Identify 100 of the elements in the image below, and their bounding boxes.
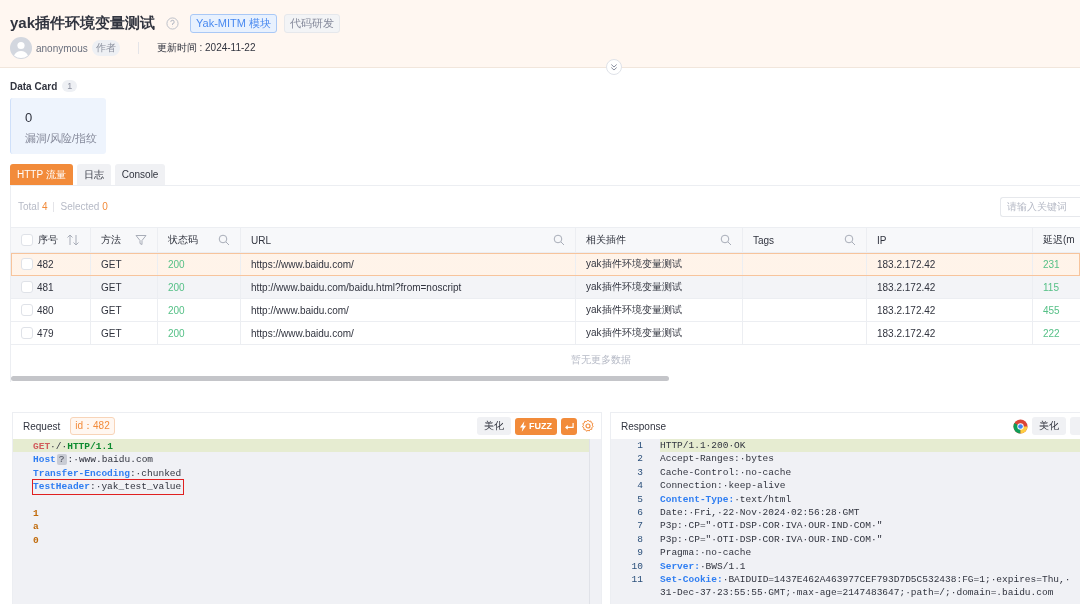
- enter-icon: [563, 421, 575, 431]
- sort-icon[interactable]: [66, 234, 80, 246]
- http-version: HTTP/1.1: [67, 441, 113, 452]
- column-header: IP: [867, 228, 1033, 252]
- search-icon[interactable]: [720, 234, 732, 246]
- table-cell: yak插件环境变量测试: [586, 303, 682, 317]
- line-number: 9: [637, 547, 643, 559]
- panel-title: Response: [621, 420, 667, 432]
- tab[interactable]: 日志: [76, 164, 111, 185]
- code-text: P3p:·CP="·OTI·DSP·COR·IVA·OUR·IND·COM·": [660, 520, 883, 532]
- table-cell: 231: [1043, 258, 1060, 270]
- tab[interactable]: Console: [114, 164, 166, 185]
- table-row[interactable]: 482 GET 200 https://www.baidu.com/ yak插件环境变量测试 183.2.172.42 231: [11, 253, 1080, 276]
- checkbox[interactable]: [21, 234, 33, 246]
- table-cell: 200: [168, 258, 185, 270]
- collapse-icon[interactable]: [606, 59, 622, 75]
- body-text: a: [33, 521, 39, 533]
- search-field[interactable]: 请输入关键词: [1000, 196, 1080, 217]
- table-cell: 482: [37, 258, 54, 270]
- table-cell: 183.2.172.42: [877, 327, 936, 339]
- code-text: ·BWS/1.1: [699, 560, 746, 572]
- checkbox[interactable]: [21, 258, 33, 270]
- author-name: anonymous: [36, 42, 88, 54]
- search-icon[interactable]: [844, 234, 856, 246]
- header-name: TestHeader: [33, 481, 90, 493]
- plugin-title: yak插件环境变量测试: [10, 13, 156, 33]
- id-badge: id：482: [70, 417, 115, 435]
- beautify-button[interactable]: 美化: [1032, 417, 1066, 435]
- table-cell: GET: [101, 258, 122, 270]
- line-number: 10: [631, 560, 643, 572]
- code-text: Date:·Fri,·22·Nov·2024·02:56:28·GMT: [660, 506, 860, 518]
- code-text: Cache-Control:·no-cache: [660, 466, 792, 478]
- table-cell: http://www.baidu.com/: [251, 304, 349, 316]
- table-row[interactable]: 481 GET 200 http://www.baidu.com/baidu.html?from=noscript yak插件环境变量测试 183.2.172.42 115: [11, 276, 1080, 299]
- column-header: URL: [241, 228, 576, 252]
- update-time: 更新时间 : 2024-11-22: [156, 41, 256, 55]
- column-header: 序号: [11, 228, 91, 252]
- column-header: 延迟(m: [1033, 228, 1080, 252]
- code-text: HTTP/1.1·200·OK: [660, 440, 746, 451]
- code-text: :·chunked: [129, 467, 182, 479]
- line-number: 1: [637, 440, 643, 451]
- settings-icon[interactable]: [581, 419, 595, 433]
- panel-title: Request: [23, 420, 61, 432]
- header-name: Host: [33, 454, 56, 466]
- table-cell: 115: [1043, 281, 1059, 293]
- code-text: Accept-Ranges:·bytes: [660, 453, 775, 465]
- section-title: Data Card: [10, 80, 58, 92]
- code-text: 31-Dec-37·23:55:55·GMT;·max-age=2147483647;·path=/;·domain=.baidu.com: [660, 587, 1054, 599]
- empty-note: 暂无更多数据: [571, 353, 631, 367]
- table-cell: 183.2.172.42: [877, 304, 936, 316]
- table-cell: 480: [37, 304, 54, 316]
- header-name: Server:: [660, 560, 700, 572]
- code-text: ·text/html: [734, 493, 792, 505]
- column-header: Tags: [743, 228, 867, 252]
- selected-count: Selected 0: [60, 201, 108, 212]
- table-cell: 183.2.172.42: [877, 281, 936, 293]
- line-number: 5: [637, 493, 643, 505]
- stat-value: 0: [25, 110, 34, 125]
- table-cell: yak插件环境变量测试: [586, 257, 682, 271]
- code-text: :·yak_test_value: [90, 481, 182, 493]
- table-row[interactable]: 479 GET 200 https://www.baidu.com/ yak插件环境变量测试 183.2.172.42 222: [11, 322, 1080, 345]
- filter-icon[interactable]: [135, 234, 147, 246]
- code-text: ·/·: [50, 441, 68, 452]
- body-text: 1: [33, 507, 39, 519]
- search-icon[interactable]: [218, 234, 230, 246]
- line-number: 7: [637, 520, 643, 532]
- table-cell: 183.2.172.42: [877, 258, 936, 270]
- header-name: Transfer-Encoding: [33, 467, 130, 479]
- checkbox[interactable]: [21, 327, 33, 339]
- beautify-button[interactable]: 美化: [477, 417, 511, 435]
- table-cell: 455: [1043, 304, 1060, 316]
- line-number: 8: [637, 533, 643, 545]
- line-number: 11: [631, 573, 643, 585]
- checkbox[interactable]: [21, 304, 33, 316]
- author-badge: 作者: [91, 40, 120, 56]
- http-method: GET: [33, 441, 51, 452]
- help-icon[interactable]: [166, 16, 180, 30]
- checkbox[interactable]: [21, 281, 33, 293]
- body-text: 0: [33, 534, 39, 546]
- total-count: Total 4: [18, 201, 48, 212]
- line-number: 3: [637, 466, 643, 478]
- table-cell: GET: [101, 304, 122, 316]
- header-name: Set-Cookie:: [660, 573, 723, 585]
- table-row[interactable]: 480 GET 200 http://www.baidu.com/ yak插件环境变量测试 183.2.172.42 455: [11, 299, 1080, 322]
- plugin-tag: Yak-MITM 模块: [190, 13, 277, 33]
- browser-icon[interactable]: [1013, 418, 1028, 434]
- header-name: Content-Type:: [660, 493, 735, 505]
- table-cell: 200: [168, 281, 185, 293]
- count-badge: 1: [62, 80, 78, 92]
- table-cell: https://www.baidu.com/: [251, 327, 354, 339]
- search-icon[interactable]: [553, 234, 565, 246]
- scrollbar-thumb[interactable]: [11, 376, 669, 381]
- table-cell: http://www.baidu.com/baidu.html?from=noscript: [251, 281, 462, 293]
- column-header: 状态码: [158, 228, 241, 252]
- plugin-tag: 代码研发: [284, 13, 340, 33]
- line-number: 2: [637, 453, 643, 465]
- wrap-button[interactable]: [561, 417, 577, 435]
- table-cell: yak插件环境变量测试: [586, 326, 682, 340]
- stat-label: 漏洞/风险/指纹: [25, 131, 99, 146]
- table-cell: yak插件环境变量测试: [586, 280, 682, 294]
